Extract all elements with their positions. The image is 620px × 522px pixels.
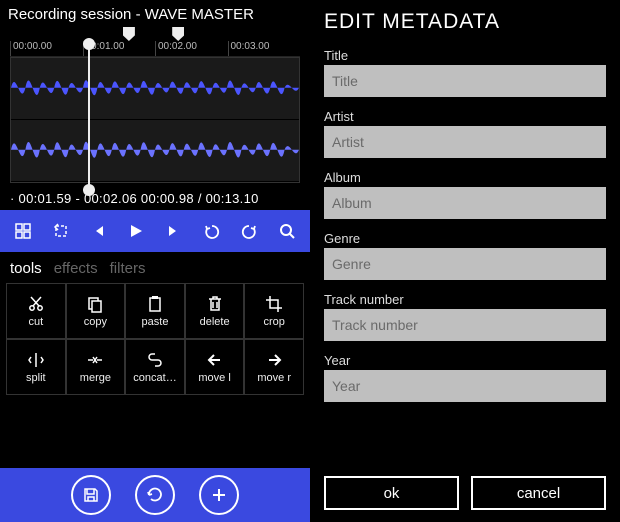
dialog-heading: EDIT METADATA [324,10,606,34]
copy-button[interactable]: copy [66,283,126,339]
tool-label: cut [28,316,43,328]
tool-label: paste [142,316,169,328]
paste-button[interactable]: paste [125,283,185,339]
tool-label: crop [263,316,284,328]
save-icon [82,486,100,504]
track-1[interactable] [11,58,299,120]
year-label: Year [324,353,606,368]
undo-button[interactable] [193,210,231,252]
scissors-icon [27,295,45,313]
cut-button[interactable]: cut [6,283,66,339]
merge-button[interactable]: merge [66,339,126,395]
ruler-tick: 00:03.00 [228,41,301,56]
split-button[interactable]: split [6,339,66,395]
tool-label: split [26,372,46,384]
playhead-handle-icon [83,184,95,196]
arrow-left-icon [206,351,224,369]
tab-tools[interactable]: tools [10,260,42,277]
genre-label: Genre [324,231,606,246]
range-end-marker[interactable] [172,27,184,41]
move-right-button[interactable]: move r [244,339,304,395]
waveform-area[interactable] [10,57,300,183]
waveform-icon [11,58,299,118]
bottom-bar [0,468,310,522]
next-button[interactable] [155,210,193,252]
range-start-marker[interactable] [123,27,135,41]
tool-label: copy [84,316,107,328]
ok-button[interactable]: ok [324,476,459,510]
revert-button[interactable] [42,210,80,252]
time-ruler[interactable]: 00:00.00 00:01.00 00:02.00 00:03.00 [10,41,300,57]
album-label: Album [324,170,606,185]
redo-button[interactable] [231,210,269,252]
artist-field[interactable] [324,126,606,158]
genre-field[interactable] [324,248,606,280]
prev-button[interactable] [80,210,118,252]
concat-button[interactable]: concat… [125,339,185,395]
tool-label: move l [198,372,230,384]
refresh-icon [146,486,164,504]
zoom-button[interactable] [268,210,306,252]
tool-label: concat… [133,372,176,384]
paste-icon [146,295,164,313]
tab-effects[interactable]: effects [54,260,98,277]
tool-label: delete [200,316,230,328]
move-left-button[interactable]: move l [185,339,245,395]
session-title: Recording session - WAVE MASTER [0,0,310,27]
cancel-button[interactable]: cancel [471,476,606,510]
add-button[interactable] [199,475,239,515]
marker-row [10,27,300,41]
playhead[interactable] [88,44,90,190]
track-number-label: Track number [324,292,606,307]
grid-button[interactable] [4,210,42,252]
split-icon [27,351,45,369]
audio-editor-pane: Recording session - WAVE MASTER 00:00.00… [0,0,310,522]
title-label: Title [324,48,606,63]
tool-tabs: tools effects filters [0,252,310,283]
track-number-field[interactable] [324,309,606,341]
save-button[interactable] [71,475,111,515]
dialog-buttons: ok cancel [324,476,606,510]
crop-icon [265,295,283,313]
tab-filters[interactable]: filters [110,260,146,277]
time-readout: · 00:01.59 - 00:02.06 00:00.98 / 00:13.1… [0,183,310,210]
ruler-tick: 00:00.00 [10,41,83,56]
timeline: 00:00.00 00:01.00 00:02.00 00:03.00 [10,27,300,183]
tool-label: merge [80,372,111,384]
crop-button[interactable]: crop [244,283,304,339]
plus-icon [210,486,228,504]
arrow-right-icon [265,351,283,369]
metadata-dialog: EDIT METADATA Title Artist Album Genre T… [310,0,620,522]
track-2[interactable] [11,120,299,182]
link-icon [146,351,164,369]
delete-button[interactable]: delete [185,283,245,339]
artist-label: Artist [324,109,606,124]
album-field[interactable] [324,187,606,219]
copy-icon [86,295,104,313]
year-field[interactable] [324,370,606,402]
tool-grid: cut copy paste delete crop split merge c… [0,283,310,395]
merge-icon [86,351,104,369]
waveform-icon [11,120,299,180]
transport-bar [0,210,310,252]
title-field[interactable] [324,65,606,97]
refresh-button[interactable] [135,475,175,515]
play-button[interactable] [117,210,155,252]
tool-label: move r [257,372,291,384]
ruler-tick: 00:02.00 [155,41,228,56]
trash-icon [206,295,224,313]
playhead-handle-icon [83,38,95,50]
